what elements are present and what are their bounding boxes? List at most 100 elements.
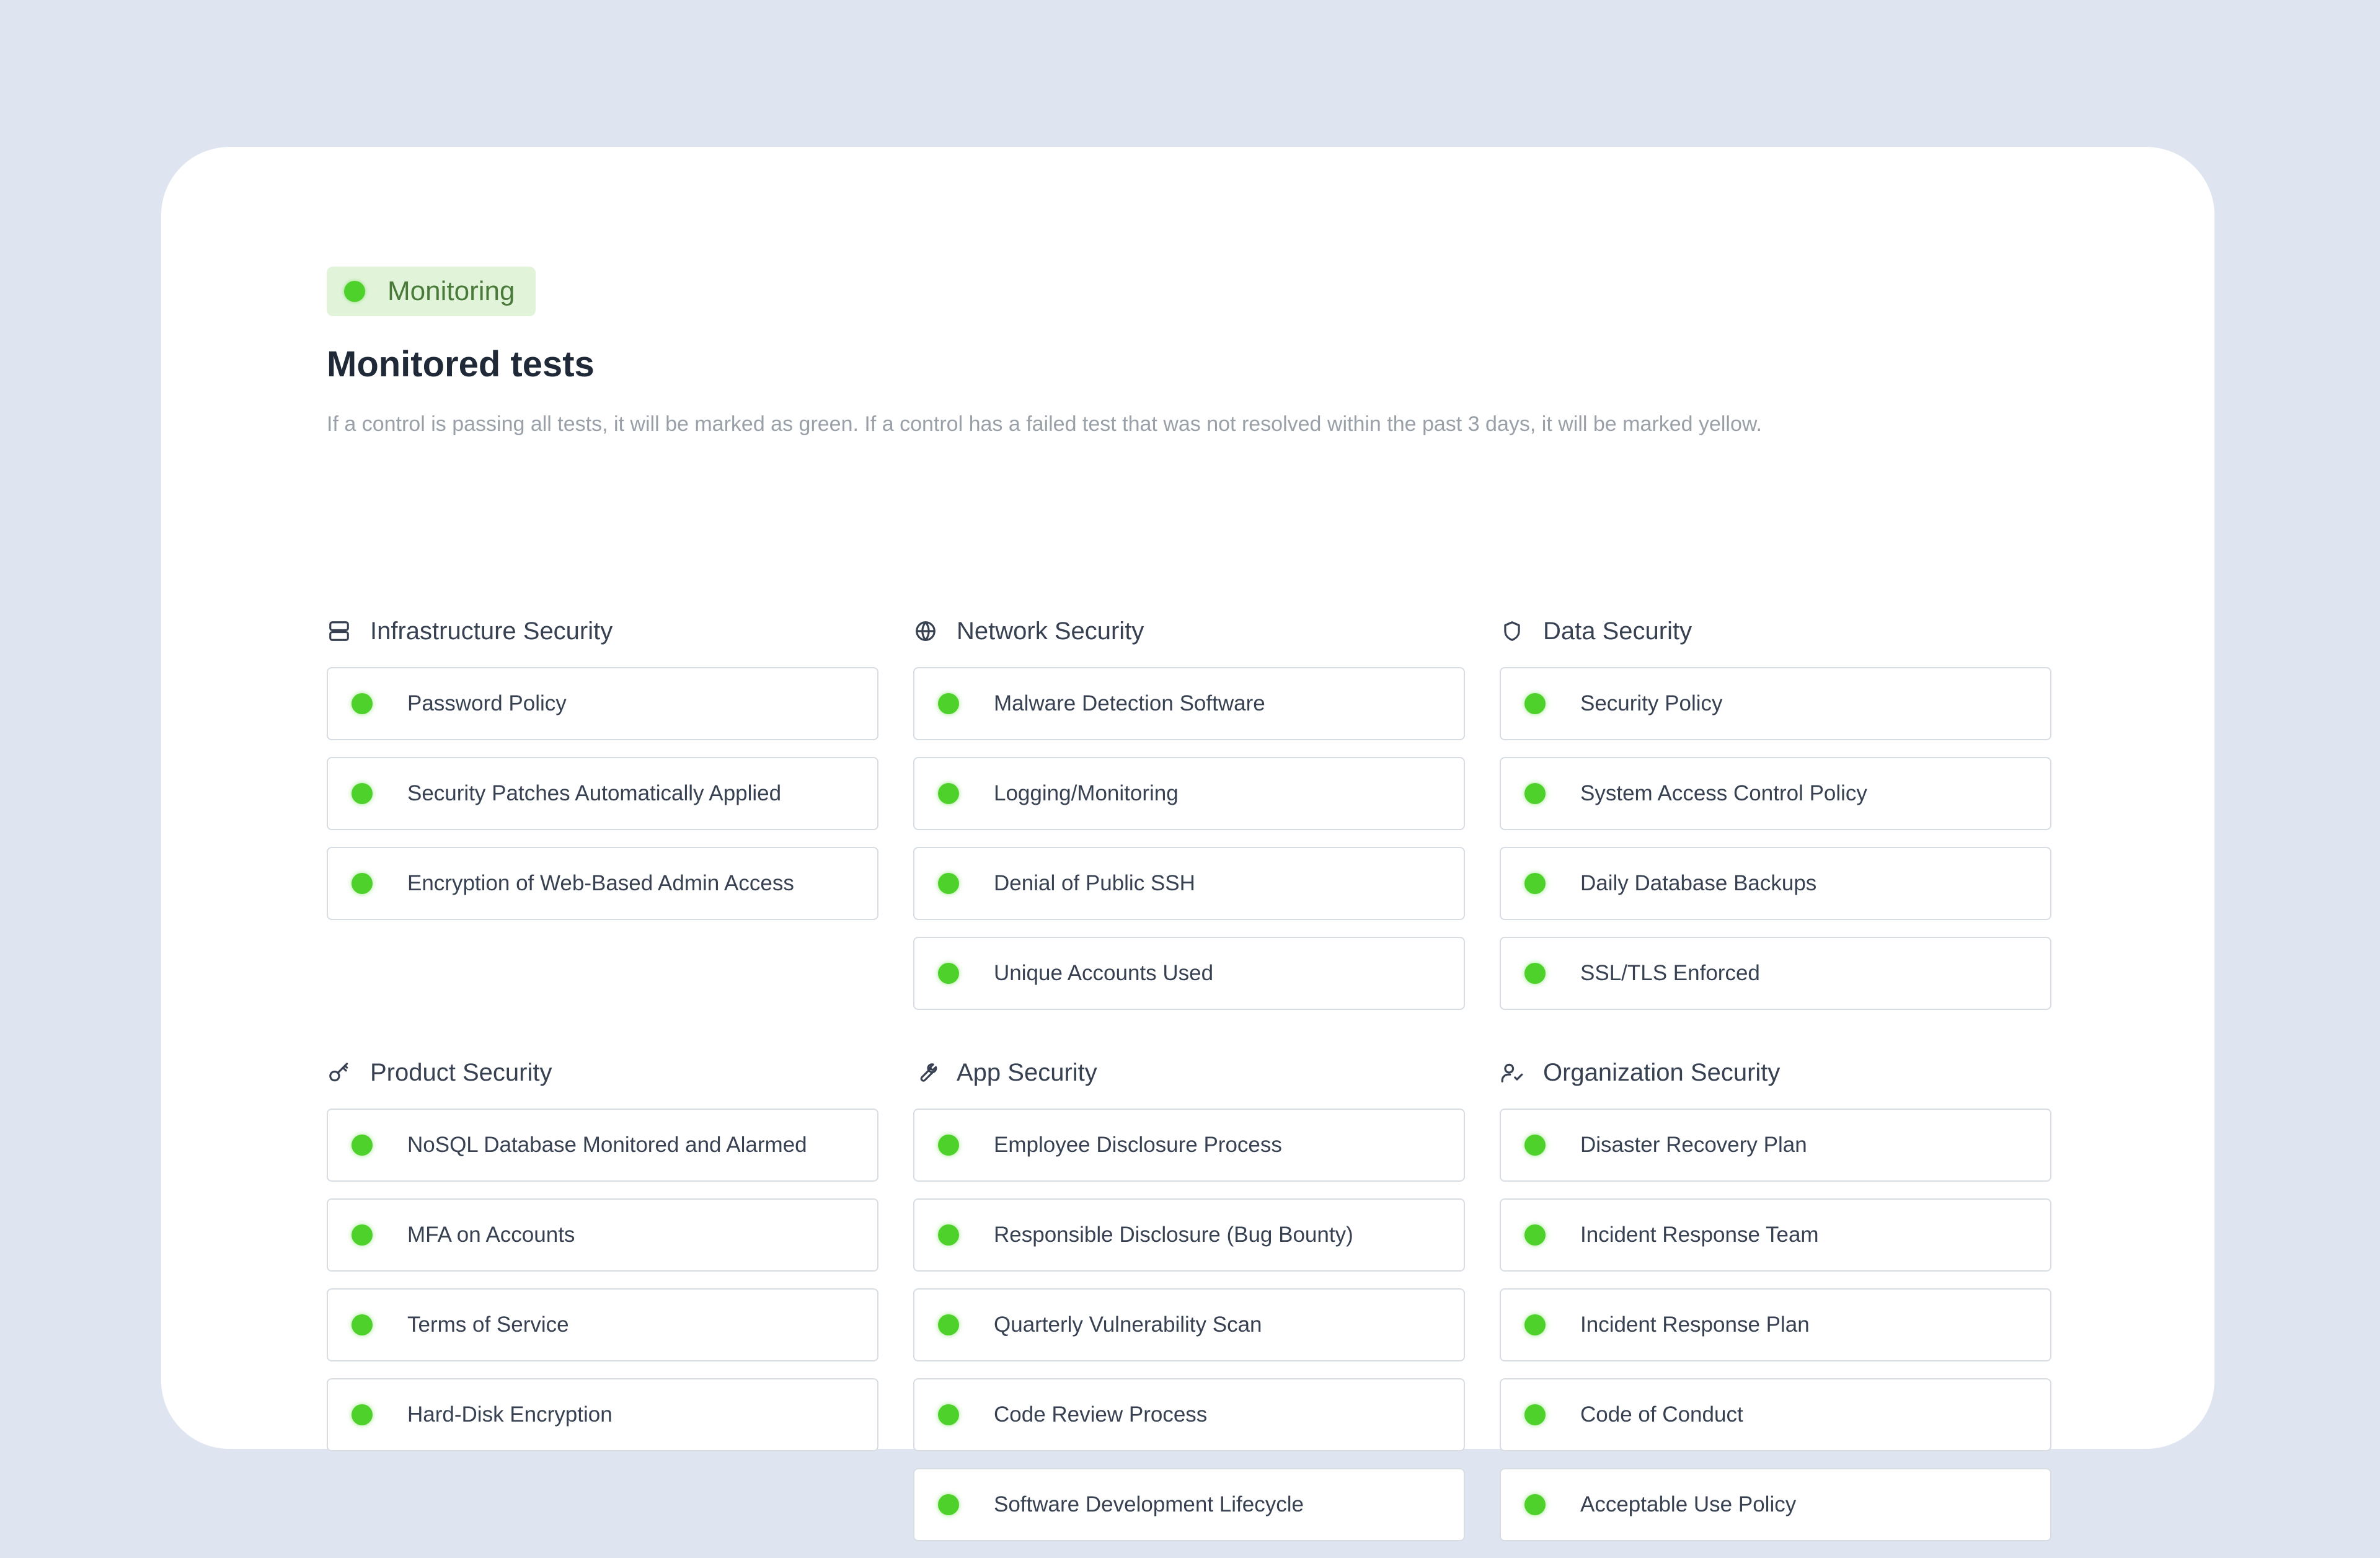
- status-dot-icon: [938, 783, 959, 804]
- status-dot-icon: [352, 873, 373, 894]
- test-item[interactable]: MFA on Accounts: [327, 1198, 878, 1272]
- status-dot-icon: [938, 873, 959, 894]
- test-label: Incident Response Team: [1580, 1223, 1819, 1247]
- status-dot-icon: [352, 1404, 373, 1425]
- test-label: NoSQL Database Monitored and Alarmed: [407, 1133, 807, 1157]
- test-item[interactable]: Security Patches Automatically Applied: [327, 757, 878, 830]
- test-label: Software Development Lifecycle: [994, 1492, 1304, 1516]
- test-label: Code Review Process: [994, 1402, 1208, 1427]
- test-item[interactable]: System Access Control Policy: [1500, 757, 2051, 830]
- section-infrastructure-security: Infrastructure Security Password Policy …: [327, 614, 878, 937]
- test-item[interactable]: Password Policy: [327, 667, 878, 740]
- test-label: Encryption of Web-Based Admin Access: [407, 871, 794, 895]
- test-label: Terms of Service: [407, 1312, 569, 1337]
- test-item[interactable]: NoSQL Database Monitored and Alarmed: [327, 1109, 878, 1182]
- test-label: Incident Response Plan: [1580, 1312, 1810, 1337]
- section-data-security: Data Security Security Policy System Acc…: [1500, 614, 2051, 1027]
- section-title: Infrastructure Security: [370, 617, 613, 645]
- status-dot-icon: [1524, 873, 1546, 894]
- test-item[interactable]: Disaster Recovery Plan: [1500, 1109, 2051, 1182]
- test-item[interactable]: Logging/Monitoring: [913, 757, 1465, 830]
- test-label: Responsible Disclosure (Bug Bounty): [994, 1223, 1353, 1247]
- section-network-security: Network Security Malware Detection Softw…: [913, 614, 1465, 1027]
- test-label: Hard-Disk Encryption: [407, 1402, 613, 1427]
- test-item[interactable]: Hard-Disk Encryption: [327, 1378, 878, 1451]
- section-header: Organization Security: [1500, 1055, 2051, 1090]
- test-label: Password Policy: [407, 691, 567, 715]
- test-label: Unique Accounts Used: [994, 961, 1214, 985]
- section-header: Data Security: [1500, 614, 2051, 648]
- test-label: Employee Disclosure Process: [994, 1133, 1282, 1157]
- test-item[interactable]: Software Development Lifecycle: [913, 1468, 1465, 1541]
- section-header: Network Security: [913, 614, 1465, 648]
- section-title: App Security: [957, 1058, 1097, 1086]
- status-dot-icon: [352, 1224, 373, 1246]
- test-label: Disaster Recovery Plan: [1580, 1133, 1807, 1157]
- globe-icon: [913, 619, 938, 644]
- status-dot-icon: [352, 1314, 373, 1335]
- test-item[interactable]: Code Review Process: [913, 1378, 1465, 1451]
- status-dot-icon: [938, 693, 959, 714]
- test-item[interactable]: Denial of Public SSH: [913, 847, 1465, 920]
- status-dot-icon: [344, 281, 365, 302]
- section-app-security: App Security Employee Disclosure Process…: [913, 1055, 1465, 1558]
- status-dot-icon: [938, 963, 959, 984]
- test-list: Password Policy Security Patches Automat…: [327, 667, 878, 920]
- user-check-icon: [1500, 1060, 1524, 1085]
- test-label: Malware Detection Software: [994, 691, 1265, 715]
- main-card: Monitoring Monitored tests If a control …: [161, 147, 2214, 1541]
- status-dot-icon: [1524, 1314, 1546, 1335]
- test-item[interactable]: Responsible Disclosure (Bug Bounty): [913, 1198, 1465, 1272]
- page-title: Monitored tests: [327, 344, 595, 384]
- test-item[interactable]: Incident Response Plan: [1500, 1288, 2051, 1361]
- status-dot-icon: [352, 693, 373, 714]
- section-header: Infrastructure Security: [327, 614, 878, 648]
- section-product-security: Product Security NoSQL Database Monitore…: [327, 1055, 878, 1468]
- test-item[interactable]: Acceptable Use Policy: [1500, 1468, 2051, 1541]
- test-list: Security Policy System Access Control Po…: [1500, 667, 2051, 1010]
- status-dot-icon: [938, 1314, 959, 1335]
- test-label: Daily Database Backups: [1580, 871, 1817, 895]
- section-header: App Security: [913, 1055, 1465, 1090]
- status-dot-icon: [1524, 963, 1546, 984]
- test-label: Security Policy: [1580, 691, 1723, 715]
- test-label: SSL/TLS Enforced: [1580, 961, 1760, 985]
- section-title: Data Security: [1543, 617, 1692, 645]
- status-dot-icon: [1524, 1404, 1546, 1425]
- test-item[interactable]: Security Policy: [1500, 667, 2051, 740]
- test-label: Denial of Public SSH: [994, 871, 1195, 895]
- test-item[interactable]: Code of Conduct: [1500, 1378, 2051, 1451]
- test-item[interactable]: Daily Database Backups: [1500, 847, 2051, 920]
- status-dot-icon: [352, 783, 373, 804]
- key-icon: [327, 1060, 352, 1085]
- status-dot-icon: [1524, 693, 1546, 714]
- test-label: Logging/Monitoring: [994, 781, 1179, 805]
- status-dot-icon: [938, 1494, 959, 1515]
- test-item[interactable]: Incident Response Team: [1500, 1198, 2051, 1272]
- test-item[interactable]: Employee Disclosure Process: [913, 1109, 1465, 1182]
- test-list: NoSQL Database Monitored and Alarmed MFA…: [327, 1109, 878, 1451]
- shield-icon: [1500, 619, 1524, 644]
- status-dot-icon: [1524, 783, 1546, 804]
- test-item[interactable]: SSL/TLS Enforced: [1500, 937, 2051, 1010]
- test-label: MFA on Accounts: [407, 1223, 575, 1247]
- test-item[interactable]: Quarterly Vulnerability Scan: [913, 1288, 1465, 1361]
- server-icon: [327, 619, 352, 644]
- test-list: Employee Disclosure Process Responsible …: [913, 1109, 1465, 1541]
- test-item[interactable]: Unique Accounts Used: [913, 937, 1465, 1010]
- section-title: Product Security: [370, 1058, 552, 1086]
- wrench-icon: [913, 1060, 938, 1085]
- page-description: If a control is passing all tests, it wi…: [327, 412, 1763, 436]
- test-item[interactable]: Malware Detection Software: [913, 667, 1465, 740]
- test-list: Malware Detection Software Logging/Monit…: [913, 667, 1465, 1010]
- test-item[interactable]: Encryption of Web-Based Admin Access: [327, 847, 878, 920]
- section-organization-security: Organization Security Disaster Recovery …: [1500, 1055, 2051, 1558]
- status-dot-icon: [938, 1224, 959, 1246]
- test-label: Security Patches Automatically Applied: [407, 781, 782, 805]
- test-item[interactable]: Terms of Service: [327, 1288, 878, 1361]
- test-label: Code of Conduct: [1580, 1402, 1743, 1427]
- test-label: Quarterly Vulnerability Scan: [994, 1312, 1262, 1337]
- test-label: System Access Control Policy: [1580, 781, 1867, 805]
- section-header: Product Security: [327, 1055, 878, 1090]
- section-title: Network Security: [957, 617, 1144, 645]
